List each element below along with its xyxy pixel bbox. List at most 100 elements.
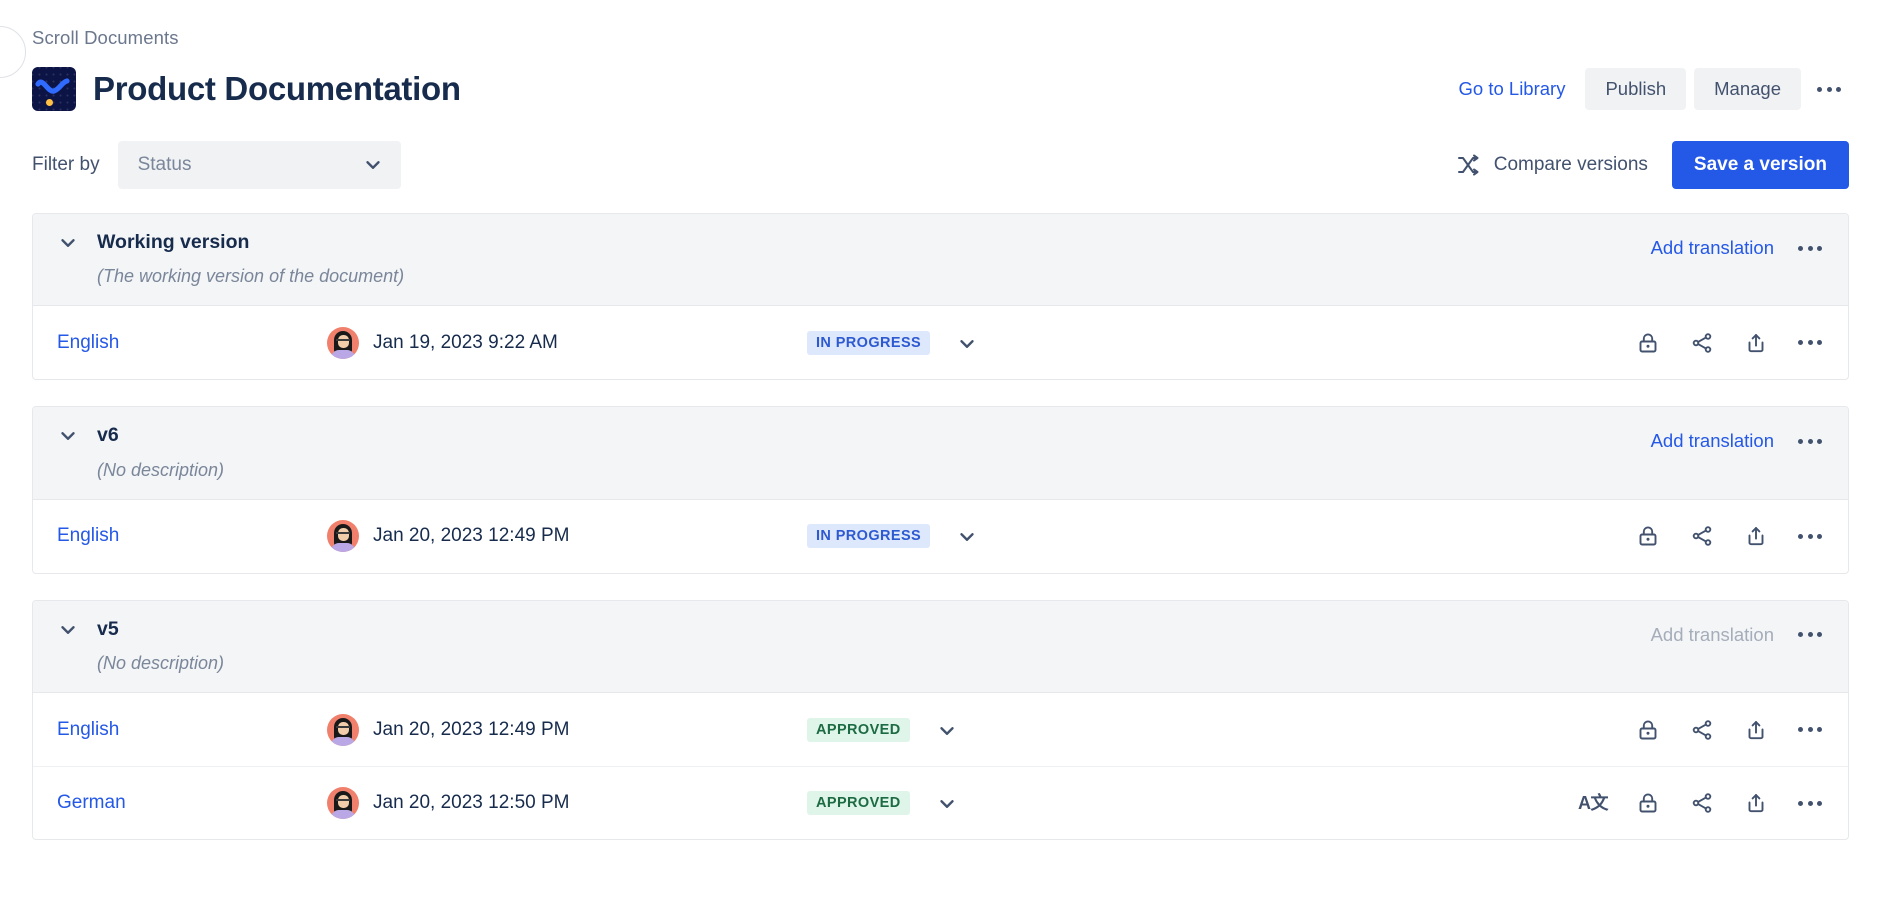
- header-more-button[interactable]: [1809, 69, 1849, 109]
- translation-status-cell: APPROVED: [807, 791, 1572, 815]
- add-translation-button: Add translation: [1645, 620, 1780, 650]
- translation-language-link[interactable]: English: [57, 525, 327, 547]
- status-filter-select[interactable]: Status: [118, 141, 401, 189]
- share-button[interactable]: [1682, 783, 1722, 823]
- more-horizontal-icon: [1798, 727, 1822, 732]
- share-button[interactable]: [1682, 323, 1722, 363]
- share-icon: [1690, 331, 1714, 355]
- version-description: (No description): [97, 460, 224, 481]
- share-button[interactable]: [1682, 516, 1722, 556]
- filter-by-label: Filter by: [32, 154, 100, 176]
- breadcrumb[interactable]: Scroll Documents: [32, 0, 1849, 49]
- lock-button[interactable]: [1628, 783, 1668, 823]
- go-to-library-link[interactable]: Go to Library: [1447, 72, 1578, 106]
- row-more-button[interactable]: [1790, 710, 1830, 750]
- page-title: Product Documentation: [93, 70, 461, 108]
- version-card: Working version (The working version of …: [32, 213, 1849, 380]
- version-more-button[interactable]: [1790, 228, 1830, 268]
- filter-bar: Filter by Status Compare versions Save a…: [32, 141, 1849, 189]
- translation-row: English Jan 20, 2023 12:49 PM APPROVED: [33, 693, 1848, 766]
- version-name: v6: [97, 423, 224, 447]
- row-more-button[interactable]: [1790, 516, 1830, 556]
- add-translation-button[interactable]: Add translation: [1645, 426, 1780, 456]
- status-badge: APPROVED: [807, 718, 910, 742]
- add-translation-button[interactable]: Add translation: [1645, 233, 1780, 263]
- translation-rows: English Jan 20, 2023 12:49 PM IN PROGRES…: [33, 500, 1848, 573]
- translation-date: Jan 20, 2023 12:49 PM: [373, 719, 569, 741]
- row-action-buttons: [1628, 710, 1830, 750]
- version-collapse-toggle[interactable]: [57, 423, 79, 447]
- translation-rows: English Jan 19, 2023 9:22 AM IN PROGRESS: [33, 306, 1848, 379]
- export-button[interactable]: [1736, 783, 1776, 823]
- version-card-header: Working version (The working version of …: [33, 214, 1848, 306]
- status-badge: IN PROGRESS: [807, 524, 930, 548]
- filter-right-group: Compare versions Save a version: [1448, 141, 1849, 189]
- share-button[interactable]: [1682, 710, 1722, 750]
- version-name: v5: [97, 617, 224, 641]
- left-edge-circle-decoration: [0, 26, 26, 78]
- header-actions: Go to Library Publish Manage: [1447, 68, 1849, 110]
- export-button[interactable]: [1736, 323, 1776, 363]
- lock-button[interactable]: [1628, 323, 1668, 363]
- version-description: (The working version of the document): [97, 266, 404, 287]
- translation-status-cell: IN PROGRESS: [807, 524, 1628, 548]
- title-group: Product Documentation: [32, 67, 461, 111]
- compare-versions-label: Compare versions: [1494, 154, 1648, 176]
- translation-date: Jan 20, 2023 12:50 PM: [373, 792, 569, 814]
- translate-button[interactable]: A文: [1572, 788, 1614, 818]
- version-description: (No description): [97, 653, 224, 674]
- lock-icon: [1636, 331, 1660, 355]
- translation-meta: Jan 20, 2023 12:49 PM: [327, 714, 807, 746]
- export-button[interactable]: [1736, 710, 1776, 750]
- translation-status-cell: APPROVED: [807, 718, 1628, 742]
- share-icon: [1690, 524, 1714, 548]
- translation-date: Jan 19, 2023 9:22 AM: [373, 332, 558, 354]
- publish-button[interactable]: Publish: [1585, 68, 1686, 110]
- status-dropdown-toggle[interactable]: [956, 331, 978, 355]
- more-horizontal-icon: [1798, 340, 1822, 345]
- share-icon: [1690, 791, 1714, 815]
- translation-row: German Jan 20, 2023 12:50 PM APPROVED A文: [33, 766, 1848, 839]
- version-collapse-toggle[interactable]: [57, 230, 79, 254]
- row-action-buttons: [1628, 516, 1830, 556]
- more-horizontal-icon: [1798, 632, 1822, 637]
- more-horizontal-icon: [1798, 801, 1822, 806]
- row-more-button[interactable]: [1790, 323, 1830, 363]
- export-icon: [1744, 791, 1768, 815]
- translation-meta: Jan 20, 2023 12:50 PM: [327, 787, 807, 819]
- export-icon: [1744, 524, 1768, 548]
- status-dropdown-toggle[interactable]: [936, 718, 958, 742]
- version-card-header: v5 (No description) Add translation: [33, 601, 1848, 693]
- version-more-button[interactable]: [1790, 615, 1830, 655]
- translation-meta: Jan 19, 2023 9:22 AM: [327, 327, 807, 359]
- more-horizontal-icon: [1798, 534, 1822, 539]
- version-card-header: v6 (No description) Add translation: [33, 407, 1848, 499]
- export-icon: [1744, 718, 1768, 742]
- avatar: [327, 787, 359, 819]
- avatar: [327, 327, 359, 359]
- translation-date: Jan 20, 2023 12:49 PM: [373, 525, 569, 547]
- version-more-button[interactable]: [1790, 421, 1830, 461]
- lock-button[interactable]: [1628, 710, 1668, 750]
- shuffle-compare-icon: [1456, 153, 1480, 177]
- status-filter-placeholder: Status: [138, 154, 192, 176]
- save-a-version-button[interactable]: Save a version: [1672, 141, 1849, 189]
- translation-language-link[interactable]: English: [57, 332, 327, 354]
- version-collapse-toggle[interactable]: [57, 617, 79, 641]
- status-badge: APPROVED: [807, 791, 910, 815]
- lock-icon: [1636, 524, 1660, 548]
- export-icon: [1744, 331, 1768, 355]
- compare-versions-button[interactable]: Compare versions: [1448, 147, 1656, 183]
- row-more-button[interactable]: [1790, 783, 1830, 823]
- status-dropdown-toggle[interactable]: [956, 524, 978, 548]
- export-button[interactable]: [1736, 516, 1776, 556]
- lock-button[interactable]: [1628, 516, 1668, 556]
- version-card: v5 (No description) Add translation Engl…: [32, 600, 1849, 840]
- translation-language-link[interactable]: German: [57, 792, 327, 814]
- manage-button[interactable]: Manage: [1694, 68, 1801, 110]
- status-dropdown-toggle[interactable]: [936, 791, 958, 815]
- translation-row: English Jan 20, 2023 12:49 PM IN PROGRES…: [33, 500, 1848, 573]
- avatar: [327, 714, 359, 746]
- version-card-list: Working version (The working version of …: [32, 213, 1849, 840]
- translation-language-link[interactable]: English: [57, 719, 327, 741]
